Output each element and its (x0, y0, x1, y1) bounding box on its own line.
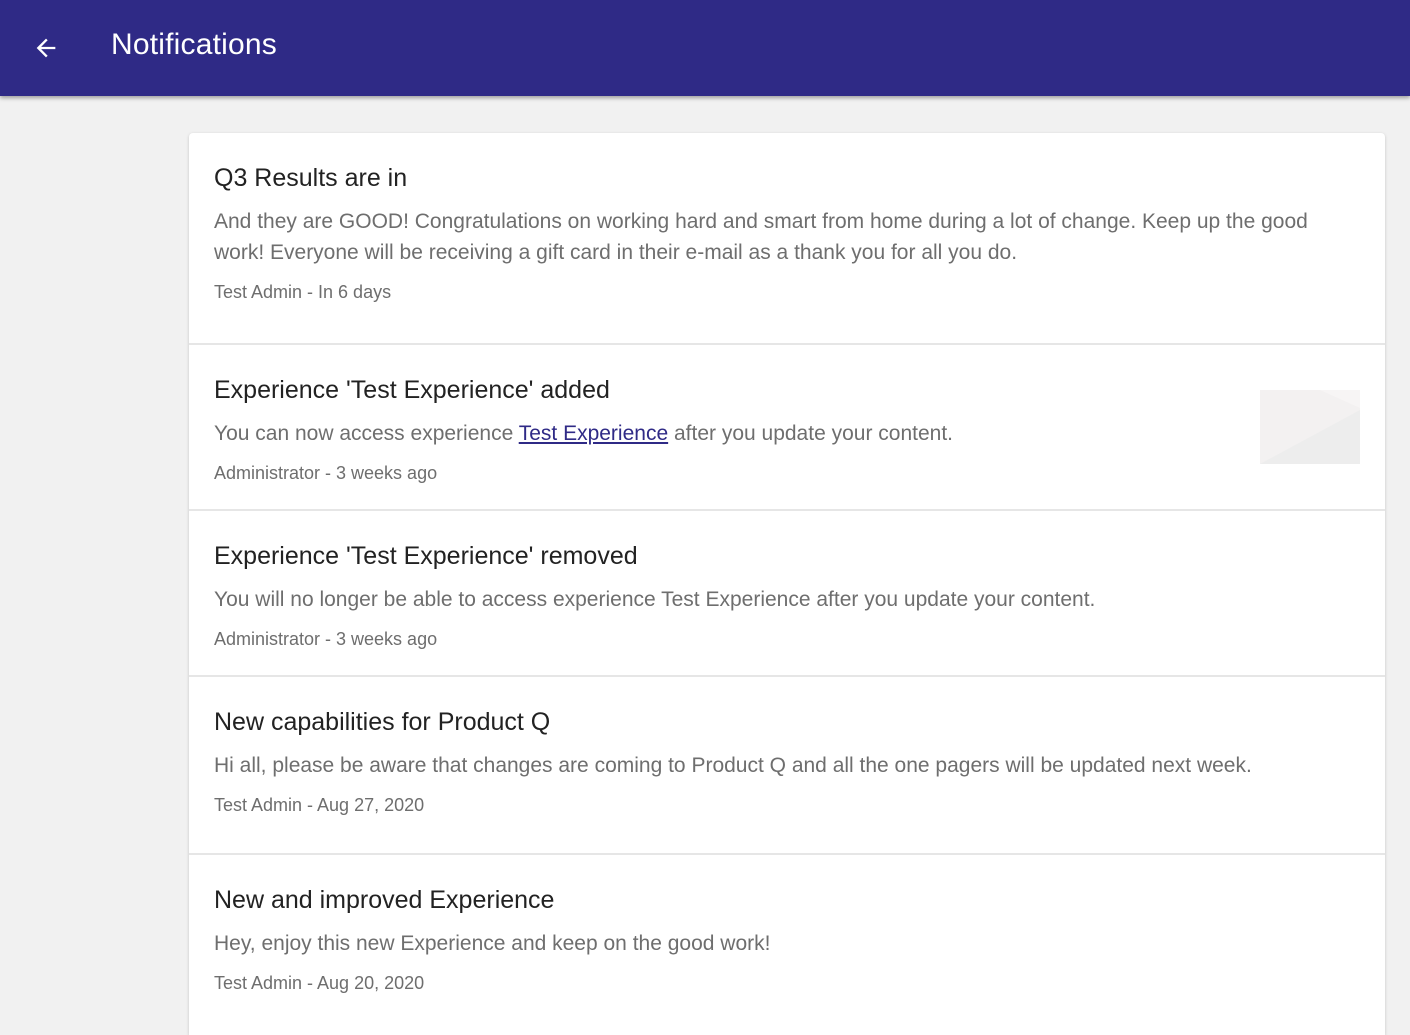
notification-meta: Test Admin - Aug 20, 2020 (214, 973, 425, 993)
notification-meta: Test Admin - In 6 days (214, 282, 392, 302)
notification-body-suffix: after you update your content. (668, 422, 953, 445)
notification-meta: Administrator - 3 weeks ago (214, 629, 438, 649)
back-button[interactable] (24, 26, 68, 70)
notification-title: New and improved Experience (214, 886, 555, 914)
notification-item[interactable]: Experience 'Test Experience' added You c… (189, 345, 1385, 511)
notification-item[interactable]: New and improved Experience Hey, enjoy t… (189, 855, 1385, 1035)
notification-body: Hey, enjoy this new Experience and keep … (214, 932, 771, 955)
notification-title: Experience 'Test Experience' added (214, 376, 610, 404)
notification-body: Hi all, please be aware that changes are… (214, 754, 1252, 777)
notification-list: Q3 Results are in And they are GOOD! Con… (189, 133, 1385, 1035)
notification-meta: Administrator - 3 weeks ago (214, 463, 438, 483)
notification-body: And they are GOOD! Congratulations on wo… (214, 210, 1308, 264)
notification-body: You will no longer be able to access exp… (214, 588, 1096, 611)
notification-title: Q3 Results are in (214, 164, 408, 192)
notification-item[interactable]: Q3 Results are in And they are GOOD! Con… (189, 133, 1385, 345)
notification-item[interactable]: New capabilities for Product Q Hi all, p… (189, 677, 1385, 855)
notification-body: You can now access experience Test Exper… (214, 418, 1360, 449)
arrow-left-icon (36, 38, 56, 58)
notification-body-prefix: You can now access experience (214, 422, 519, 445)
notification-meta: Test Admin - Aug 27, 2020 (214, 795, 425, 815)
notification-item[interactable]: Experience 'Test Experience' removed You… (189, 511, 1385, 677)
notification-title: New capabilities for Product Q (214, 708, 551, 736)
test-experience-link[interactable]: Test Experience (519, 422, 668, 445)
page-title: Notifications (111, 28, 278, 61)
app-bar: Notifications (0, 0, 1410, 96)
image-placeholder-icon (1260, 390, 1360, 464)
notification-title: Experience 'Test Experience' removed (214, 542, 638, 570)
